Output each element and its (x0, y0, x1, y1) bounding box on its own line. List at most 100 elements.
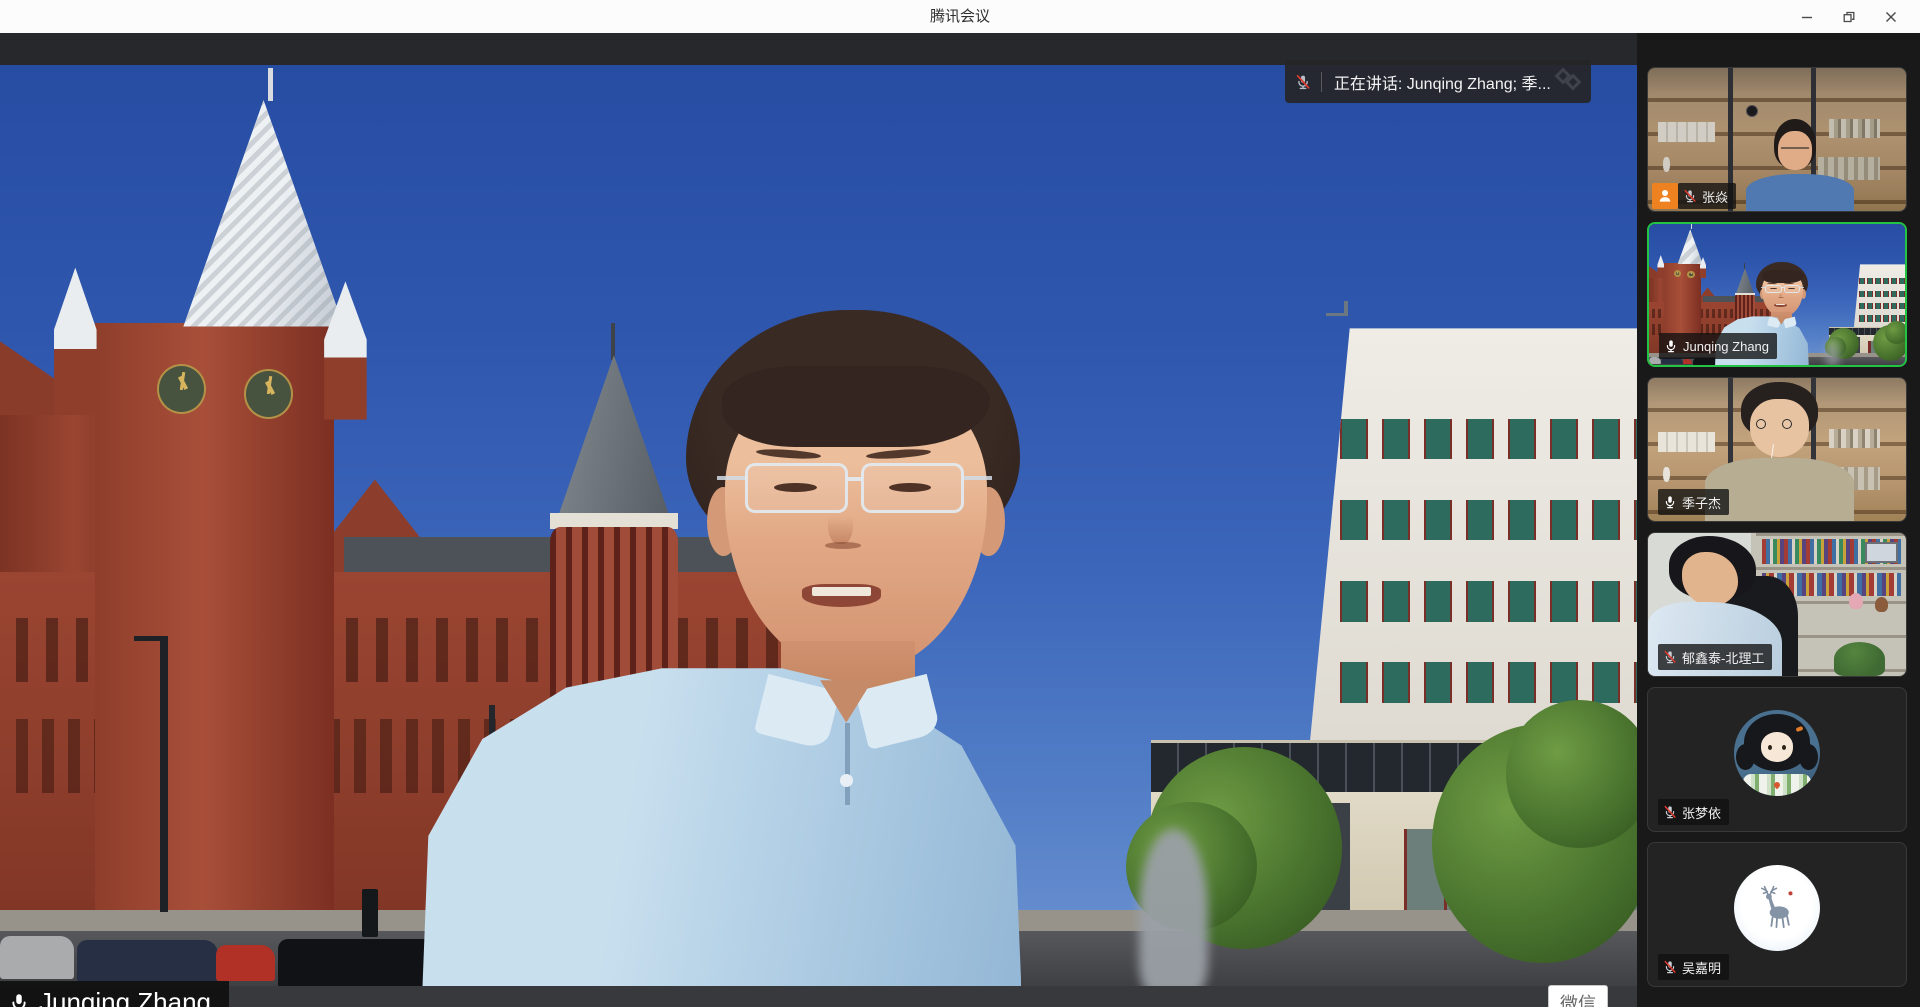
participant-tile[interactable]: 郁鑫泰-北理工 (1647, 532, 1907, 677)
speaker-teeth (812, 587, 871, 596)
participant-name: 郁鑫泰-北理工 (1682, 648, 1764, 667)
window-row (1859, 291, 1906, 297)
window-row (1340, 419, 1637, 460)
deer-icon (1750, 881, 1804, 935)
meeting-logo-watermark (1557, 70, 1581, 94)
main-video: UNIVERSITY OF LIVERPOOL ELECTRICAL ENGIN… (0, 65, 1637, 986)
speaker-video-scene: UNIVERSITY OF LIVERPOOL ELECTRICAL ENGIN… (0, 65, 1637, 986)
participant-tile[interactable]: 吴嘉明 (1647, 842, 1907, 987)
participant-tile[interactable]: 张梦依 (1647, 687, 1907, 832)
participant-name: 张焱 (1702, 187, 1728, 206)
speaker-nostril (1778, 297, 1784, 298)
spire-finial (1691, 224, 1692, 229)
window-row (1340, 581, 1637, 622)
speaker-fringe (722, 366, 990, 447)
turret-roof (557, 355, 672, 521)
parked-car (1683, 359, 1692, 364)
main-stage: UNIVERSITY OF LIVERPOOL ELECTRICAL ENGIN… (0, 33, 1637, 1007)
mic-muted-icon (1295, 72, 1311, 92)
participant-tile[interactable]: UNIVERSITY OF LIVERPOOL ELECTRICAL ENGIN… (1647, 222, 1907, 367)
shirt-button (840, 774, 853, 787)
participant-tile[interactable]: 季子杰 (1647, 377, 1907, 522)
close-icon (1883, 9, 1899, 25)
window-title: 腾讯会议 (0, 0, 1920, 33)
plant (1834, 642, 1886, 676)
mic-muted-icon (1663, 960, 1677, 974)
mic-on-icon (1663, 495, 1677, 509)
window-row (1340, 662, 1637, 703)
avatar-eye (1768, 745, 1772, 750)
person-body (1746, 174, 1854, 211)
shelf-prop (1658, 122, 1715, 142)
mic-on-icon (8, 992, 30, 1007)
avatar (1734, 710, 1820, 796)
host-badge (1652, 183, 1678, 209)
window-row (1859, 278, 1906, 284)
tile-badges: 季子杰 (1658, 489, 1729, 515)
mic-muted-icon (1663, 805, 1677, 819)
avatar-face (1761, 732, 1794, 761)
blurred-foreground (1827, 341, 1838, 365)
restore-icon (1841, 9, 1857, 25)
shelf-vase (1663, 157, 1670, 172)
person-face (1778, 131, 1812, 170)
participant-tile[interactable]: 张焱 (1647, 67, 1907, 212)
speaker-nose (828, 498, 853, 544)
parked-car (0, 936, 74, 978)
wechat-tooltip: 微信 (1548, 985, 1608, 1007)
teddy-bear (1875, 597, 1888, 612)
shelf-vase (1663, 467, 1670, 482)
name-chip: 季子杰 (1658, 489, 1729, 515)
participant-name: 吴嘉明 (1682, 958, 1721, 977)
window-row (1340, 500, 1637, 541)
name-chip: Junqing Zhang (1659, 333, 1777, 359)
clock-face (244, 369, 293, 419)
turret-roof (1736, 268, 1754, 293)
shelf-prop (1829, 119, 1881, 138)
turret-finial (611, 323, 615, 360)
glasses-temple (1800, 287, 1805, 288)
mic-muted-icon (1663, 650, 1677, 664)
tree (1885, 321, 1905, 344)
tile-badges: 郁鑫泰-北理工 (1658, 644, 1772, 670)
spire-finial (268, 68, 272, 101)
window-titlebar: 腾讯会议 (0, 0, 1920, 33)
tile-badges: 张梦依 (1658, 799, 1729, 825)
glasses-temple (717, 476, 746, 480)
avatar (1734, 865, 1820, 951)
shelf-clock (1746, 105, 1758, 117)
speaking-banner-text: 正在讲话: Junqing Zhang; 季... (1334, 70, 1551, 94)
clock-tower (95, 323, 334, 986)
participants-sidebar: 张焱 (1637, 33, 1920, 1007)
minimize-button[interactable] (1786, 0, 1828, 33)
tower-pinnacle (54, 268, 97, 415)
clock-face (157, 364, 206, 414)
parked-car (216, 945, 275, 981)
stage-bottom-strip (0, 986, 1637, 1007)
participant-name: 季子杰 (1682, 493, 1721, 512)
name-chip: 郁鑫泰-北理工 (1658, 644, 1772, 670)
shelf-prop (1829, 429, 1881, 448)
blurred-foreground (1139, 829, 1208, 986)
mic-on-icon (1664, 339, 1678, 353)
speaker-nostril (825, 542, 861, 548)
name-chip: 张梦依 (1658, 799, 1729, 825)
mic-muted-icon (1683, 189, 1697, 203)
teddy-bear (1849, 593, 1863, 609)
clock-face (1687, 271, 1695, 279)
traffic-light (362, 889, 378, 937)
close-button[interactable] (1870, 0, 1912, 33)
tile-badges: 张焱 (1652, 183, 1736, 209)
meeting-window: 腾讯会议 (0, 0, 1920, 1007)
shirt-placket (845, 723, 850, 806)
photo-frame (1865, 542, 1899, 563)
tower-pinnacle (1657, 255, 1664, 278)
person-icon (1657, 188, 1673, 204)
participant-name: Junqing Zhang (1683, 339, 1769, 354)
banner-divider (1321, 72, 1322, 92)
restore-button[interactable] (1828, 0, 1870, 33)
lamppost (160, 636, 167, 912)
glasses-bridge (846, 477, 862, 482)
speaking-banner: 正在讲话: Junqing Zhang; 季... (1285, 60, 1591, 103)
turret-finial (1744, 263, 1745, 269)
